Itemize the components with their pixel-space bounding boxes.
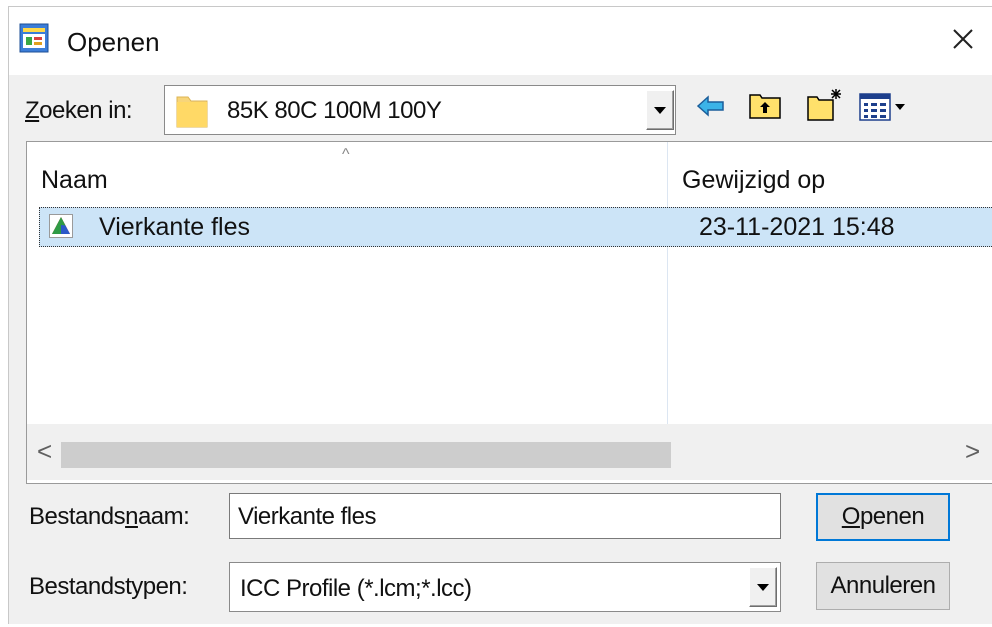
scrollbar-thumb[interactable] bbox=[61, 442, 671, 468]
file-name-cell: Vierkante fles bbox=[99, 213, 251, 241]
up-folder-icon[interactable] bbox=[749, 91, 781, 119]
close-icon[interactable] bbox=[943, 19, 983, 59]
filetype-label: Bestandstypen: bbox=[29, 573, 188, 600]
folder-icon bbox=[176, 96, 208, 128]
title-bar[interactable]: Openen bbox=[9, 7, 992, 75]
chevron-down-icon bbox=[654, 107, 666, 114]
file-row[interactable]: Vierkante fles 23-11-2021 15:48 bbox=[39, 207, 992, 247]
chevron-down-icon bbox=[757, 584, 769, 591]
scroll-right-icon[interactable]: > bbox=[965, 436, 980, 467]
back-arrow-icon[interactable] bbox=[697, 95, 725, 117]
window-title: Openen bbox=[67, 27, 160, 57]
sort-ascending-icon: ^ bbox=[342, 146, 350, 163]
open-file-dialog: Openen Zoeken in: 85K 80C 100M 100Y Naam… bbox=[8, 6, 992, 624]
view-menu-icon[interactable] bbox=[859, 93, 909, 121]
lookin-dropdown-button[interactable] bbox=[646, 90, 674, 130]
horizontal-scrollbar[interactable]: < > bbox=[27, 424, 992, 480]
filename-input[interactable]: Vierkante fles bbox=[229, 493, 781, 539]
scroll-left-icon[interactable]: < bbox=[37, 436, 52, 467]
lookin-value: 85K 80C 100M 100Y bbox=[227, 97, 442, 124]
file-modified-cell: 23-11-2021 15:48 bbox=[699, 213, 895, 241]
lookin-label: Zoeken in: bbox=[25, 97, 133, 124]
open-button[interactable]: Openen bbox=[816, 493, 950, 541]
icc-profile-icon bbox=[49, 214, 73, 238]
column-header-modified[interactable]: Gewijzigd op bbox=[668, 142, 992, 208]
column-header-name[interactable]: Naam ^ bbox=[27, 142, 667, 208]
filename-label: Bestandsnaam: bbox=[29, 503, 190, 530]
filetype-combobox[interactable]: ICC Profile (*.lcm;*.lcc) bbox=[229, 562, 781, 612]
filetype-dropdown-button[interactable] bbox=[749, 567, 777, 607]
filename-value: Vierkante fles bbox=[238, 503, 376, 530]
lookin-combobox[interactable]: 85K 80C 100M 100Y bbox=[164, 85, 676, 135]
column-divider[interactable] bbox=[667, 142, 668, 424]
filetype-value: ICC Profile (*.lcm;*.lcc) bbox=[240, 575, 472, 602]
new-folder-icon[interactable] bbox=[807, 87, 843, 121]
file-list[interactable]: Naam ^ Gewijzigd op Vierkante fles 23-11… bbox=[26, 141, 992, 484]
app-window-icon bbox=[19, 23, 49, 53]
cancel-button[interactable]: Annuleren bbox=[816, 562, 950, 610]
